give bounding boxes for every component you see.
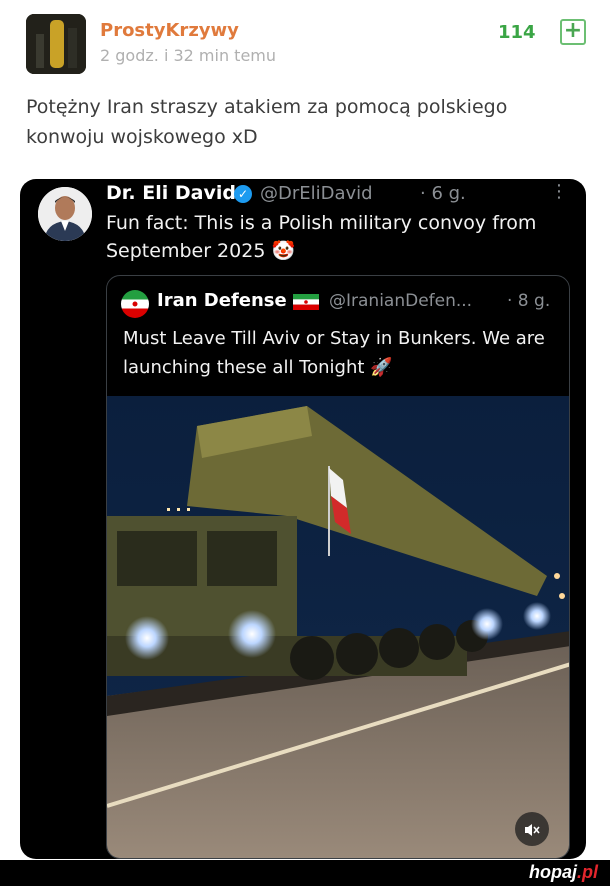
iran-flag-icon xyxy=(121,290,149,318)
site-logo-tld: .pl xyxy=(577,862,598,882)
tweet-author-avatar[interactable] xyxy=(38,187,92,241)
author-name[interactable]: ProstyKrzywy xyxy=(100,20,239,41)
verified-badge-icon: ✓ xyxy=(234,185,252,203)
iran-flag-icon xyxy=(293,294,319,310)
site-logo[interactable]: hopaj.pl xyxy=(529,862,598,883)
vote-count: 114 xyxy=(498,22,536,43)
mute-speaker-icon[interactable] xyxy=(515,812,549,846)
quoted-author-name[interactable]: Iran Defense xyxy=(157,290,287,311)
more-options-icon[interactable]: ⋮ xyxy=(550,181,569,202)
upvote-button[interactable]: + xyxy=(560,19,586,45)
post-title: Potężny Iran straszy atakiem za pomocą p… xyxy=(26,96,508,148)
author-avatar[interactable] xyxy=(26,14,86,74)
tweet-author-handle[interactable]: @DrEliDavid xyxy=(260,183,373,204)
tweet-time: · 6 g. xyxy=(420,183,466,204)
site-logo-main: hopaj xyxy=(529,862,577,882)
quoted-tweet-time: · 8 g. xyxy=(507,291,551,311)
quoted-author-handle[interactable]: @IranianDefen... xyxy=(329,291,472,311)
tweet-embed: Dr. Eli David ✓ @DrEliDavid · 6 g. ⋮ Fun… xyxy=(20,179,586,859)
tweet-text: Fun fact: This is a Polish military conv… xyxy=(106,212,537,262)
person-avatar-image xyxy=(38,187,92,241)
convoy-video[interactable] xyxy=(107,396,569,858)
quoted-tweet[interactable]: Iran Defense @IranianDefen... · 8 g. Mus… xyxy=(106,275,570,859)
avatar-image xyxy=(26,14,86,74)
tweet-author-name[interactable]: Dr. Eli David xyxy=(106,182,236,204)
post-time: 2 godz. i 32 min temu xyxy=(100,46,277,65)
quoted-tweet-text: Must Leave Till Aviv or Stay in Bunkers.… xyxy=(123,328,545,378)
site-footer: hopaj.pl xyxy=(0,860,610,886)
convoy-video-frame xyxy=(107,396,569,858)
iran-flag-avatar[interactable] xyxy=(121,290,149,318)
